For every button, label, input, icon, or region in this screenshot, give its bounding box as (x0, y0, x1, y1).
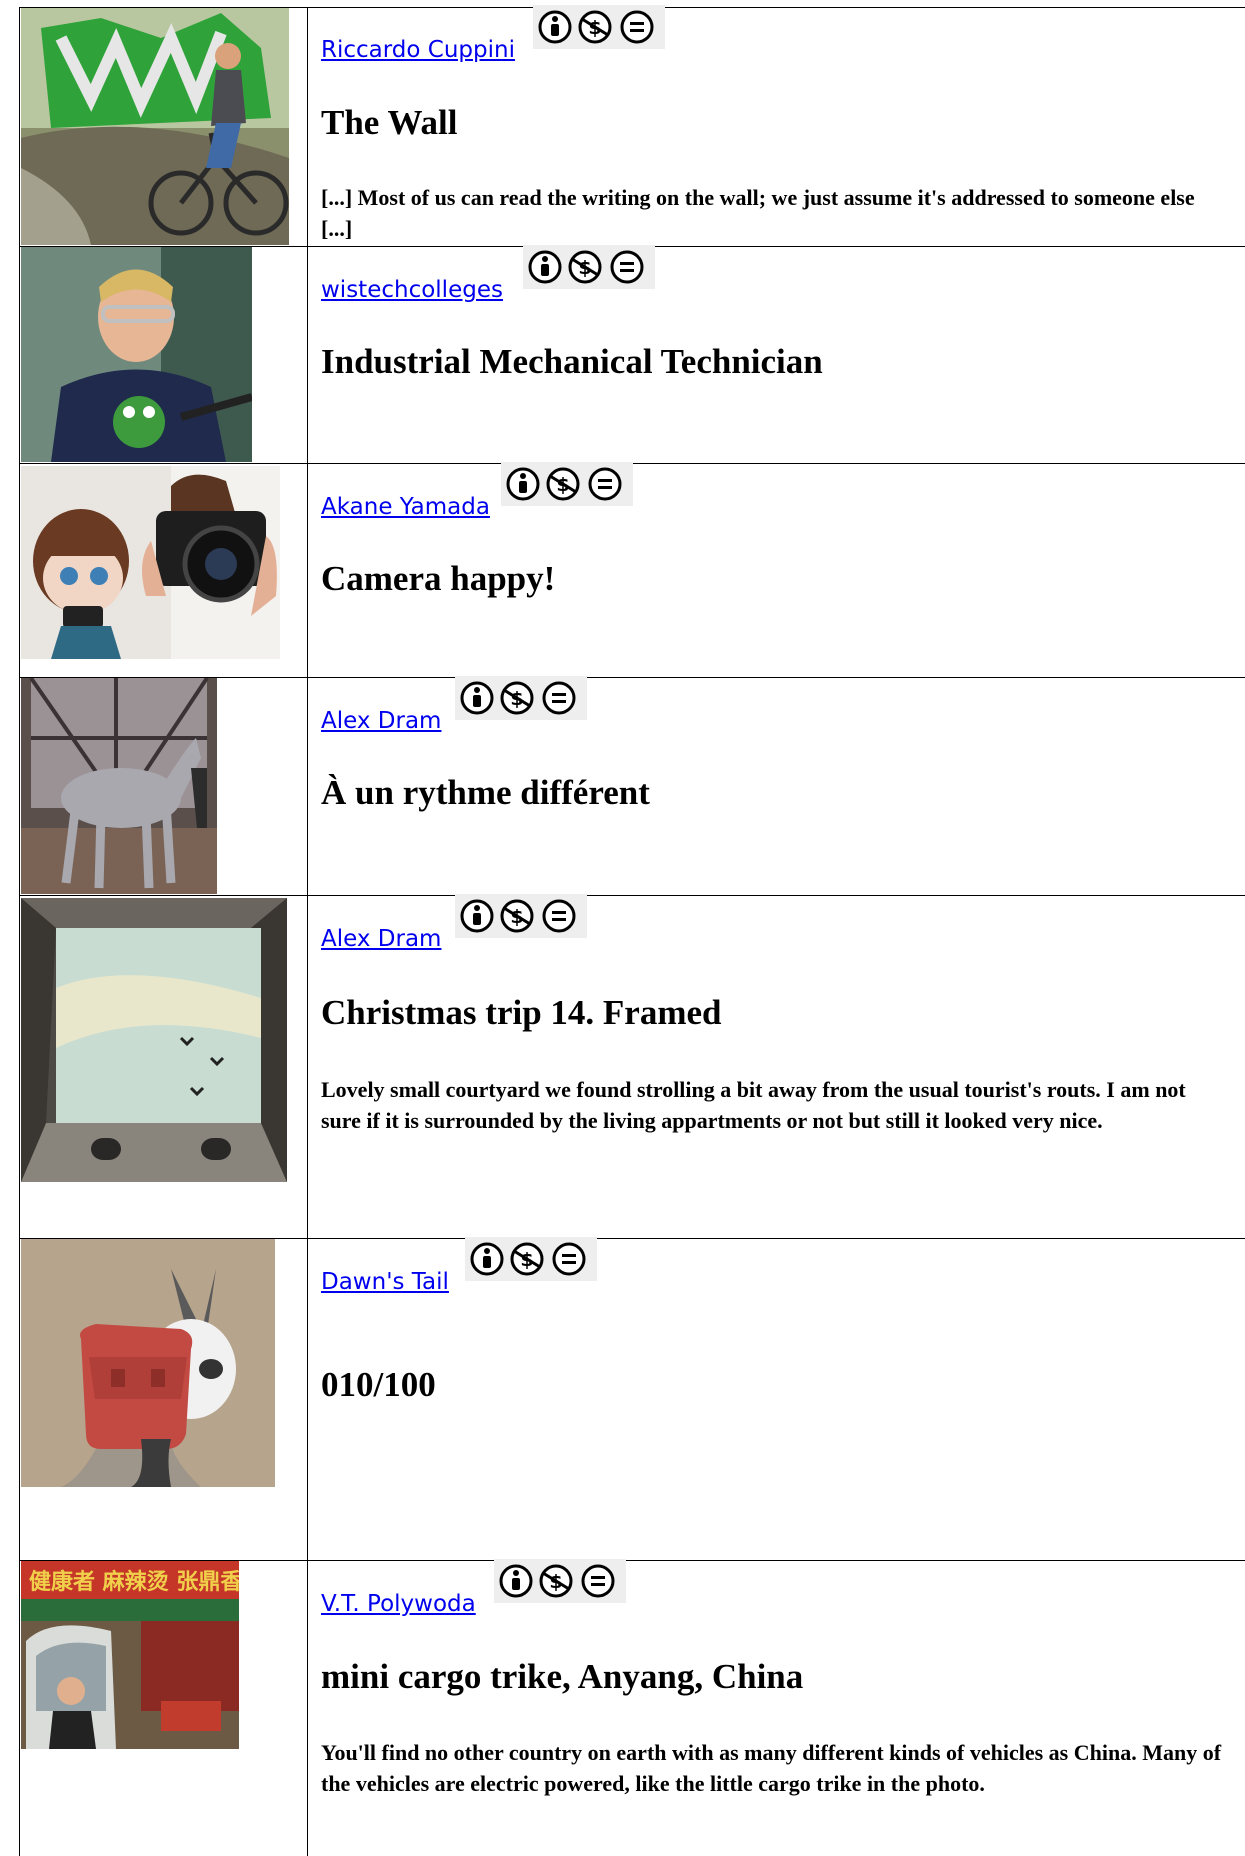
entry-cell: Riccardo Cuppini $ The Wall [...] Most o… (321, 5, 1231, 246)
cc-nc-icon: $ (546, 467, 580, 501)
entry-cell: Alex Dram $ Christmas trip 14. Framed Lo… (321, 894, 1231, 1238)
table-row: wistechcolleges $ Industrial Mechanical … (0, 245, 1245, 463)
cc-license-badge[interactable]: $ (455, 676, 587, 720)
author-link[interactable]: Akane Yamada (321, 494, 490, 520)
table-row: Riccardo Cuppini $ The Wall [...] Most o… (0, 5, 1245, 246)
photo-thumbnail-camera-doll[interactable] (21, 466, 280, 659)
author-link[interactable]: V.T. Polywoda (321, 1591, 476, 1617)
cc-license-badge[interactable]: $ (494, 1559, 626, 1603)
photo-title: 010/100 (321, 1365, 436, 1404)
author-link[interactable]: Riccardo Cuppini (321, 37, 515, 63)
cc-nc-icon: $ (578, 10, 612, 44)
cc-by-icon (506, 467, 540, 501)
table-row: Alex Dram $ À un rythme différent (0, 676, 1245, 895)
cc-nc-icon: $ (568, 250, 602, 284)
table-row: 健康者 麻辣烫 张鼎香 V.T. Polywoda $ (0, 1559, 1245, 1856)
photo-description: [...] Most of us can read the writing on… (321, 185, 1195, 241)
cc-nc-icon: $ (539, 1564, 573, 1598)
author-link[interactable]: wistechcolleges (321, 277, 503, 303)
author-link[interactable]: Dawn's Tail (321, 1269, 449, 1295)
cc-nd-icon (620, 10, 654, 44)
cc-nc-icon: $ (500, 681, 534, 715)
author-link[interactable]: Alex Dram (321, 926, 441, 952)
cc-nd-icon (581, 1564, 615, 1598)
cc-license-badge[interactable]: $ (533, 5, 665, 49)
table-row: Akane Yamada $ Camera happy! (0, 462, 1245, 677)
photo-title: Industrial Mechanical Technician (321, 342, 823, 381)
entry-cell: Alex Dram $ À un rythme différent (321, 676, 1231, 895)
cc-by-icon (499, 1564, 533, 1598)
svg-text:健康者 麻辣烫 张鼎香: 健康者 麻辣烫 张鼎香 (29, 1569, 239, 1595)
photo-description: Lovely small courtyard we found strollin… (321, 1077, 1186, 1133)
cc-nd-icon (588, 467, 622, 501)
cc-license-badge[interactable]: $ (455, 894, 587, 938)
cc-nd-icon (542, 681, 576, 715)
photo-title: mini cargo trike, Anyang, China (321, 1657, 804, 1696)
cc-nd-icon (610, 250, 644, 284)
cc-nc-icon: $ (500, 899, 534, 933)
cc-nd-icon (552, 1242, 586, 1276)
photo-thumbnail-horse[interactable] (21, 678, 217, 894)
cc-nd-icon (542, 899, 576, 933)
table-row: Dawn's Tail $ 010/100 (0, 1237, 1245, 1560)
entry-cell: V.T. Polywoda $ mini cargo trike, Anyang… (321, 1559, 1231, 1856)
author-link[interactable]: Alex Dram (321, 708, 441, 734)
table-row: Alex Dram $ Christmas trip 14. Framed Lo… (0, 894, 1245, 1238)
cc-by-icon (528, 250, 562, 284)
photo-thumbnail-rabbit-backpack[interactable] (21, 1239, 275, 1487)
cc-by-icon (538, 10, 572, 44)
cc-by-icon (470, 1242, 504, 1276)
photo-thumbnail-courtyard-sky[interactable] (21, 898, 287, 1182)
photo-attribution-table: Riccardo Cuppini $ The Wall [...] Most o… (0, 0, 1245, 1856)
photo-title: Camera happy! (321, 559, 556, 598)
photo-thumbnail-cargo-trike[interactable]: 健康者 麻辣烫 张鼎香 (21, 1561, 239, 1749)
cc-by-icon (460, 899, 494, 933)
entry-cell: Dawn's Tail $ 010/100 (321, 1237, 1231, 1560)
photo-thumbnail-mechanical-technician[interactable] (21, 247, 252, 462)
cc-by-icon (460, 681, 494, 715)
entry-cell: wistechcolleges $ Industrial Mechanical … (321, 245, 1231, 463)
cc-nc-icon: $ (510, 1242, 544, 1276)
photo-thumbnail-cyclist-graffiti[interactable] (21, 8, 289, 245)
photo-title: Christmas trip 14. Framed (321, 993, 722, 1032)
cc-license-badge[interactable]: $ (501, 462, 633, 506)
cc-license-badge[interactable]: $ (523, 245, 655, 289)
photo-description: You'll find no other country on earth wi… (321, 1740, 1222, 1796)
photo-title: À un rythme différent (321, 773, 650, 812)
entry-cell: Akane Yamada $ Camera happy! (321, 462, 1231, 677)
photo-title: The Wall (321, 103, 458, 142)
cc-license-badge[interactable]: $ (465, 1237, 597, 1281)
